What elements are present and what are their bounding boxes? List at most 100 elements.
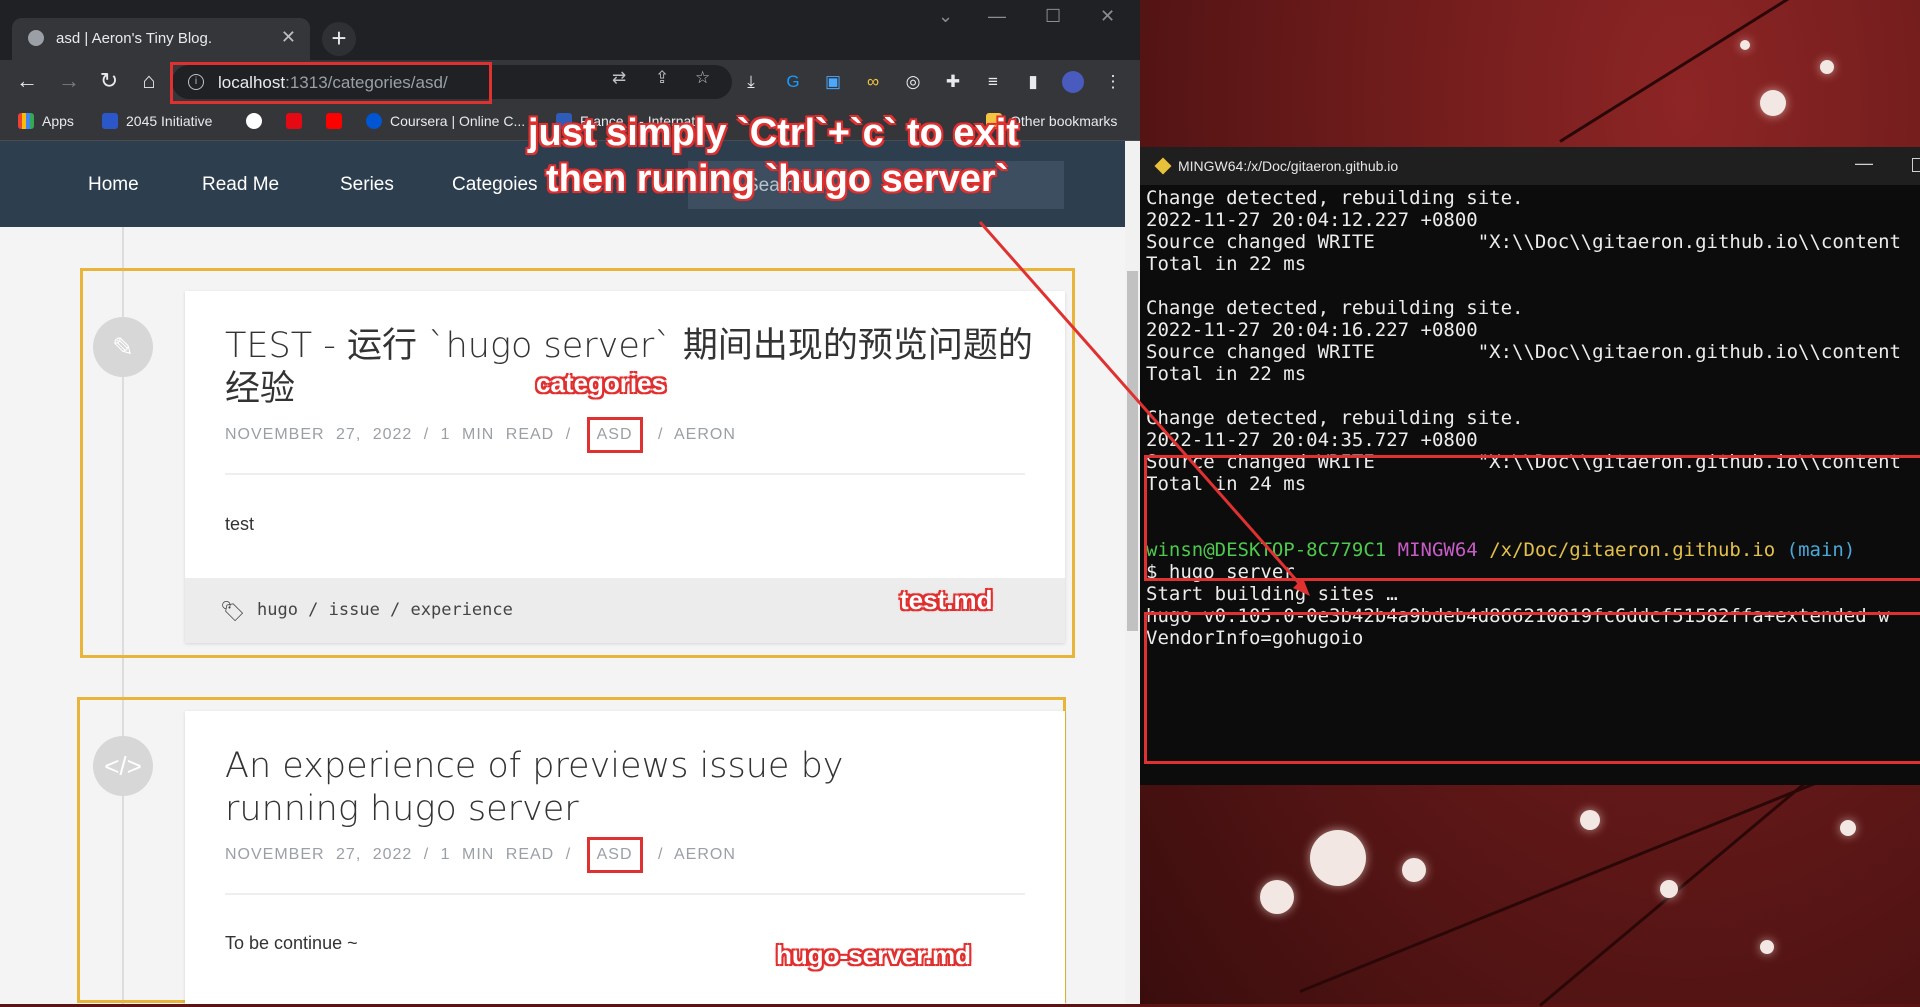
blossom-decoration xyxy=(1310,830,1366,886)
blossom-decoration xyxy=(1760,940,1774,954)
close-icon[interactable]: ✕ xyxy=(281,27,296,48)
meta-sep: / xyxy=(565,846,572,863)
post-author[interactable]: AERON xyxy=(674,426,736,443)
blossom-decoration xyxy=(1260,880,1294,914)
meta-sep: / xyxy=(657,426,664,443)
annotation-box-rebuild xyxy=(1144,455,1920,581)
reading-list-icon[interactable]: ≡ xyxy=(982,71,1004,93)
blossom-decoration xyxy=(1760,90,1786,116)
nav-read-me[interactable]: Read Me xyxy=(202,174,279,196)
tab-strip: asd | Aeron's Tiny Blog. ✕ + ⌄ — ☐ ✕ xyxy=(0,0,1140,60)
annotation-box-url xyxy=(170,62,492,104)
google-icon[interactable] xyxy=(246,113,270,129)
blossom-decoration xyxy=(1660,880,1678,898)
annotation-text-hugo-server: then runing `hugo server` xyxy=(546,158,1009,200)
bookmark-coursera[interactable]: Coursera | Online C... xyxy=(366,113,525,129)
terminal-line: Source changed WRITE "X:\\Doc\\gitaeron.… xyxy=(1146,231,1901,253)
globe-icon xyxy=(28,30,44,46)
post-divider xyxy=(225,893,1025,895)
infinity-icon[interactable]: ∞ xyxy=(862,71,884,93)
bookmark-apps[interactable]: Apps xyxy=(18,113,74,129)
post-tags[interactable]: hugo / issue / experience xyxy=(257,600,513,620)
annotation-label-test-md: test.md xyxy=(900,585,993,615)
post-read-time: 1 MIN READ xyxy=(440,426,555,443)
bookmark-label: Coursera | Online C... xyxy=(390,113,526,129)
page-content: Home Read Me Series Categoies Search ✎ T… xyxy=(0,141,1140,1004)
avatar[interactable] xyxy=(1062,71,1084,93)
close-window-icon[interactable]: ✕ xyxy=(1100,6,1115,27)
terminal-line: Total in 22 ms xyxy=(1146,253,1307,275)
coursera-icon xyxy=(366,113,382,129)
post-title[interactable]: An experience of previews issue by runni… xyxy=(225,745,985,831)
meta-sep: / xyxy=(423,426,430,443)
post-category-link[interactable]: ASD xyxy=(586,417,643,453)
terminal-titlebar[interactable]: MINGW64:/x/Doc/gitaeron.github.io — xyxy=(1140,147,1920,185)
share-icon[interactable]: ⇪ xyxy=(655,68,669,88)
side-panel-icon[interactable]: ▮ xyxy=(1022,71,1044,93)
code-icon: </> xyxy=(93,736,153,796)
back-arrow-icon[interactable]: ← xyxy=(12,68,42,94)
extension-doc-icon[interactable]: ▣ xyxy=(822,71,844,93)
netflix-icon[interactable] xyxy=(286,113,310,129)
translate-icon[interactable]: ⇄ xyxy=(612,68,626,88)
grammarly-icon[interactable]: G xyxy=(782,71,804,93)
post-category-link[interactable]: ASD xyxy=(586,837,643,873)
annotation-text-ctrl-c: just simply `Ctrl`+`c` to exit xyxy=(528,112,1019,154)
nav-home[interactable]: Home xyxy=(88,174,139,196)
terminal-title: MINGW64:/x/Doc/gitaeron.github.io xyxy=(1178,158,1399,174)
download-icon[interactable]: ⤓ xyxy=(740,71,762,93)
apps-grid-icon xyxy=(18,113,34,129)
terminal-line: Total in 22 ms xyxy=(1146,363,1307,385)
home-icon[interactable]: ⌂ xyxy=(134,68,164,94)
git-bash-icon xyxy=(1154,157,1172,175)
bookmark-label: 2045 Initiative xyxy=(126,113,213,129)
chevron-down-icon[interactable]: ⌄ xyxy=(938,6,953,27)
bookmark-label: Other bookmarks xyxy=(1010,113,1118,129)
blossom-decoration xyxy=(1820,60,1834,74)
tab-active[interactable]: asd | Aeron's Tiny Blog. ✕ xyxy=(12,18,310,60)
minimize-icon[interactable]: — xyxy=(1855,153,1873,174)
terminal-line: Change detected, rebuilding site. xyxy=(1146,297,1524,319)
terminal-line: Source changed WRITE "X:\\Doc\\gitaeron.… xyxy=(1146,341,1901,363)
meta-sep: / xyxy=(565,426,572,443)
branch-decoration xyxy=(1559,0,1867,143)
tags-icon: 🏷 xyxy=(220,601,246,623)
nav-categories[interactable]: Categoies xyxy=(452,174,538,196)
star-icon[interactable]: ☆ xyxy=(695,68,710,88)
annotation-label-hugo-server-md: hugo-server.md xyxy=(776,940,972,970)
terminal-line: 2022-11-27 20:04:12.227 +0800 xyxy=(1146,209,1478,231)
nav-series[interactable]: Series xyxy=(340,174,394,196)
post-meta: NOVEMBER 27, 2022 / 1 MIN READ / ASD / A… xyxy=(225,417,736,453)
new-tab-button[interactable]: + xyxy=(322,22,356,56)
post-divider xyxy=(225,473,1025,475)
minimize-icon[interactable]: — xyxy=(988,6,1006,27)
post-date: NOVEMBER 27, 2022 xyxy=(225,846,413,863)
bookmark-icon xyxy=(102,113,118,129)
puzzle-icon[interactable]: ✚ xyxy=(942,71,964,93)
annotation-box-hugo-server xyxy=(1144,612,1920,764)
scrollbar-thumb[interactable] xyxy=(1127,271,1138,631)
blossom-decoration xyxy=(1740,40,1750,50)
forward-arrow-icon[interactable]: → xyxy=(54,68,84,94)
maximize-icon[interactable] xyxy=(1912,158,1920,172)
terminal-line: Start building sites … xyxy=(1146,583,1398,605)
reload-icon[interactable]: ↻ xyxy=(94,68,124,94)
youtube-icon[interactable] xyxy=(326,113,350,129)
blossom-decoration xyxy=(1402,858,1426,882)
terminal-line: 2022-11-27 20:04:35.727 +0800 xyxy=(1146,429,1478,451)
bookmark-2045[interactable]: 2045 Initiative xyxy=(102,113,212,129)
post-meta: NOVEMBER 27, 2022 / 1 MIN READ / ASD / A… xyxy=(225,837,736,873)
post-date: NOVEMBER 27, 2022 xyxy=(225,426,413,443)
annotation-label-categories: categories xyxy=(536,368,667,398)
post-read-time: 1 MIN READ xyxy=(440,846,555,863)
glasses-icon[interactable]: ◎ xyxy=(902,71,924,93)
terminal-line: Change detected, rebuilding site. xyxy=(1146,187,1524,209)
blossom-decoration xyxy=(1840,820,1856,836)
post-author[interactable]: AERON xyxy=(674,846,736,863)
post-excerpt: test xyxy=(225,514,255,534)
maximize-icon[interactable]: ☐ xyxy=(1045,6,1061,27)
terminal-line: 2022-11-27 20:04:16.227 +0800 xyxy=(1146,319,1478,341)
menu-icon[interactable]: ⋮ xyxy=(1102,71,1124,93)
meta-sep: / xyxy=(423,846,430,863)
blossom-decoration xyxy=(1580,810,1600,830)
